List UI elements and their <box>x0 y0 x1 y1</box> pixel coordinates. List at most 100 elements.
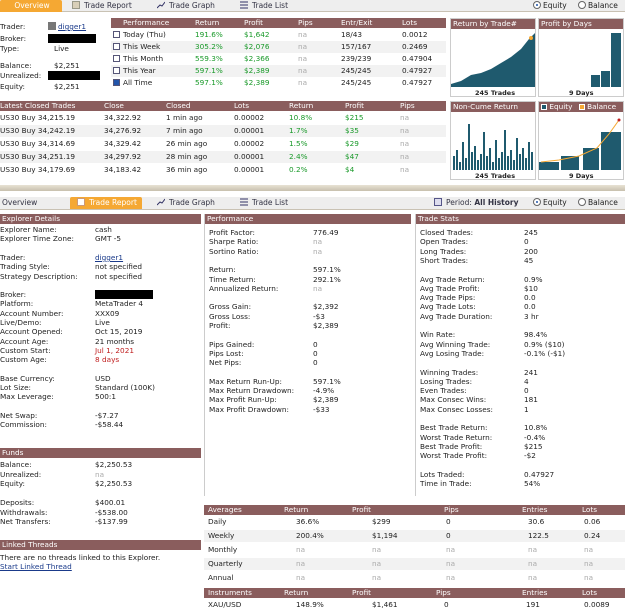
closed-trade-cell: 28 min ago <box>166 152 208 161</box>
trader-row: Trader: digger1 <box>0 22 106 32</box>
linked-threads: Linked Threads There are no threads link… <box>0 540 201 580</box>
period-selector[interactable]: Period: All History <box>432 197 519 209</box>
start-linked-thread-link[interactable]: Start Linked Thread <box>0 562 72 571</box>
graph-icon <box>157 1 165 9</box>
balance-radio[interactable]: Balance <box>578 1 618 11</box>
performance-cell: na <box>298 54 308 63</box>
period-checkbox[interactable] <box>113 55 120 62</box>
report-tab-bar: Overview Trade Report Trade Graph Trade … <box>0 197 625 210</box>
funds-value: na <box>95 469 105 479</box>
averages-cell: Quarterly <box>208 559 243 568</box>
closed-trade-cell: 34,322.92 <box>104 113 142 122</box>
col-lots: Lots <box>582 588 598 597</box>
period-checkbox[interactable] <box>113 67 120 74</box>
col-return: Return <box>289 101 314 110</box>
averages-row: Annual na na na na na <box>204 572 625 584</box>
averages-row: Weekly 200.4% $1,194 0 122.5 0.24 <box>204 530 625 542</box>
performance-row: Net Pips: 0 <box>209 358 414 368</box>
averages-row: Monthly na na na na na <box>204 544 625 556</box>
period-checkbox[interactable] <box>113 79 120 86</box>
averages-cell: na <box>296 545 306 554</box>
explorer-value: -$58.44 <box>95 420 124 430</box>
closed-trade-cell: US30 Buy 34,242.19 <box>0 126 75 135</box>
radio-label: Balance <box>588 1 618 10</box>
trade-stats-title: Trade Stats <box>416 214 625 224</box>
closed-trade-row[interactable]: US30 Buy 34,314.69 34,329.42 26 min ago 0.0… <box>0 138 446 150</box>
closed-trade-cell: 0.00002 <box>234 113 265 122</box>
closed-trade-cell: US30 Buy 34,314.69 <box>0 139 75 148</box>
closed-trade-cell: 34,329.42 <box>104 139 142 148</box>
equity-radio[interactable]: Equity <box>533 198 567 208</box>
performance-cell: na <box>298 78 308 87</box>
averages-row: Quarterly na na na na na <box>204 558 625 570</box>
performance-cell: Today (Thu) <box>123 30 166 39</box>
closed-trade-cell: US30 Buy 34,215.19 <box>0 113 75 122</box>
averages-cell: 30.6 <box>528 517 545 526</box>
explorer-value: GMT -5 <box>95 234 122 244</box>
performance-cell: 157/167 <box>341 42 372 51</box>
period-checkbox[interactable] <box>113 43 120 50</box>
stats-label: Time in Trade: <box>420 479 472 489</box>
closed-trade-row[interactable]: US30 Buy 34,242.19 34,276.92 7 min ago 0.00… <box>0 125 446 137</box>
closed-trade-cell: 0.00002 <box>234 139 265 148</box>
col-entr-exit: Entr/Exit <box>341 18 373 27</box>
account-summary: Trader: digger1 Broker: Type: Live Balance… <box>0 16 106 98</box>
funds-label: Equity: <box>0 479 26 488</box>
stats-row: Time in Trade: 54% <box>420 479 625 489</box>
closed-trade-row[interactable]: US30 Buy 34,215.19 34,322.92 1 min ago 0.00… <box>0 112 446 124</box>
tab-trade-list[interactable]: Trade List <box>238 0 288 12</box>
stats-value: -0.1% (-$1) <box>524 348 566 358</box>
instrument-name: XAU/USD <box>208 600 242 609</box>
radio-label: Balance <box>588 198 618 207</box>
col-return: Return <box>284 505 309 514</box>
performance-value: na <box>313 283 323 293</box>
period-checkbox[interactable] <box>113 31 120 38</box>
performance-cell: All Time <box>123 78 153 87</box>
performance-cell: 0.2469 <box>402 42 428 51</box>
tab-overview[interactable]: Overview <box>0 0 62 12</box>
equity-label: Equity: <box>0 82 26 91</box>
performance-cell: 305.2% <box>195 42 223 51</box>
tab-overview[interactable]: Overview <box>0 197 62 209</box>
non-cume-return-chart: Non-Cume Return 245 Trades <box>450 101 536 180</box>
tab-trade-graph[interactable]: Trade Graph <box>155 197 215 209</box>
closed-trade-row[interactable]: US30 Buy 34,251.19 34,297.92 28 min ago 0.0… <box>0 151 446 163</box>
stats-row: Avg Losing Trade: -0.1% (-$1) <box>420 349 625 359</box>
list-icon <box>240 1 248 9</box>
balance-row: Balance: $2,251 <box>0 61 106 71</box>
linked-threads-title: Linked Threads <box>0 540 201 550</box>
equity-legend-label: Equity <box>549 102 573 111</box>
explorer-value: 500:1 <box>95 392 117 402</box>
performance-cell: 0.47927 <box>402 66 433 75</box>
closed-trade-cell: 34,183.42 <box>104 165 142 174</box>
closed-trade-row[interactable]: US30 Buy 34,179.69 34,183.42 36 min ago 0.0… <box>0 164 446 176</box>
performance-cell: This Week <box>123 42 161 51</box>
averages-cell: 200.4% <box>296 531 324 540</box>
chart-x-label: 9 Days <box>569 172 594 180</box>
tab-trade-list[interactable]: Trade List <box>238 197 288 209</box>
closed-trade-cell: 0.00001 <box>234 165 265 174</box>
performance-row: Max Profit Drawdown: -$33 <box>209 405 414 415</box>
explorer-value: 8 days <box>95 355 120 365</box>
performance-row: This Week 305.2% $2,076 na 157/167 0.2469 <box>111 41 446 53</box>
funds-label: Balance: <box>0 460 32 469</box>
col-trade: Latest Closed Trades <box>0 101 76 110</box>
balance-radio[interactable]: Balance <box>578 198 618 208</box>
averages-cell: $299 <box>372 517 391 526</box>
chart-x-label: 245 Trades <box>475 172 516 180</box>
funds-value: $2,250.53 <box>95 460 133 469</box>
equity-radio[interactable]: Equity <box>533 1 567 11</box>
col-return: Return <box>195 18 220 27</box>
tab-label: Trade Report <box>89 198 137 207</box>
averages-cell: na <box>446 545 456 554</box>
tab-label: Trade List <box>252 198 289 207</box>
instrument-row[interactable]: XAU/USD 148.9% $1,461 0 191 0.0089 <box>204 599 625 611</box>
balance-value: $2,251 <box>54 61 80 70</box>
tab-trade-report-active[interactable]: Trade Report <box>70 197 142 209</box>
trader-link[interactable]: digger1 <box>58 22 86 31</box>
tab-trade-report[interactable]: Trade Report <box>70 0 132 12</box>
explorer-row: Max Leverage: 500:1 <box>0 392 200 402</box>
averages-cell: na <box>372 559 382 568</box>
performance-cell: na <box>298 66 308 75</box>
tab-trade-graph[interactable]: Trade Graph <box>155 0 215 12</box>
